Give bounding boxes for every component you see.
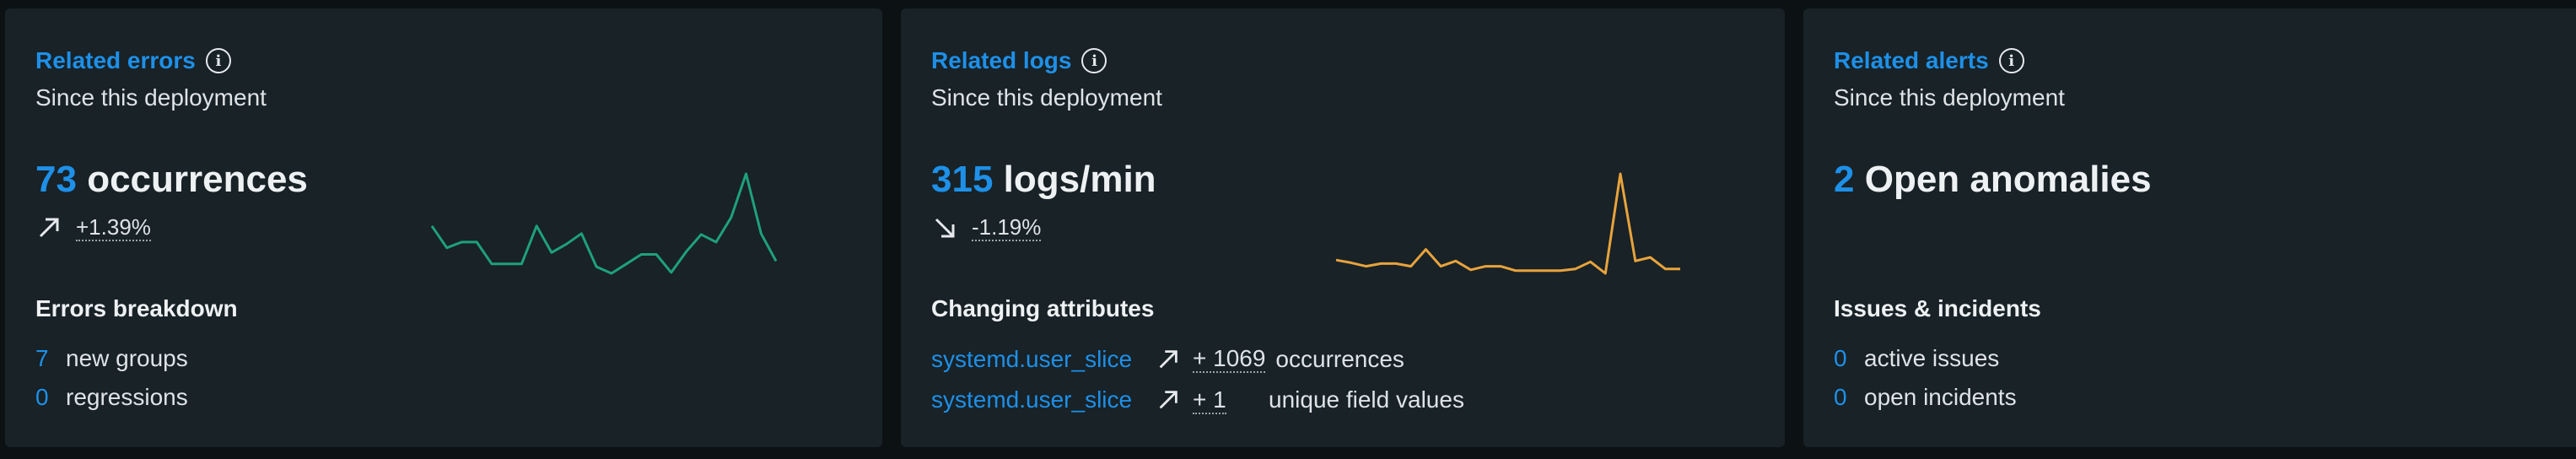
info-icon[interactable]: i (1998, 48, 2024, 73)
regressions-count: 0 (35, 384, 49, 410)
errors-sparkline (430, 172, 778, 275)
card-subtitle: Since this deployment (1834, 84, 2065, 111)
active-issues-count: 0 (1834, 345, 1847, 371)
attribute-metric-label: occurrences (1275, 346, 1404, 372)
new-groups-count: 7 (35, 345, 49, 371)
open-incidents-count: 0 (1834, 384, 1847, 410)
info-icon[interactable]: i (1081, 48, 1107, 73)
active-issues-label: active issues (1864, 345, 2000, 371)
sparkline-series (430, 172, 778, 275)
related-alerts-title[interactable]: Related alerts (1834, 47, 1989, 74)
issues-incidents-list: 0 active issues 0 open incidents (1834, 339, 2017, 417)
arrow-up-right-icon (1159, 391, 1178, 409)
errors-unit: occurrences (87, 159, 308, 200)
regressions-label: regressions (66, 384, 188, 410)
list-item[interactable]: 0 regressions (35, 378, 188, 417)
list-item[interactable]: 0 active issues (1834, 339, 2017, 378)
new-groups-label: new groups (66, 345, 188, 371)
attribute-name-link[interactable]: systemd.user_slice (931, 386, 1156, 413)
list-item[interactable]: 7 new groups (35, 339, 188, 378)
errors-breakdown-title: Errors breakdown (35, 295, 238, 321)
attribute-row: systemd.user_slice + 1 unique field valu… (931, 380, 1464, 420)
anomalies-count: 2 (1834, 159, 1855, 200)
alerts-metric: 2 Open anomalies (1834, 157, 2546, 202)
errors-count: 73 (35, 159, 77, 200)
card-header: Related errors i (35, 42, 852, 79)
arrow-down-right-icon (935, 218, 955, 238)
errors-breakdown-list: 7 new groups 0 regressions (35, 339, 188, 417)
attribute-delta[interactable]: + 1069 (1193, 346, 1266, 373)
errors-trend-value[interactable]: +1.39% (76, 214, 151, 241)
info-icon[interactable]: i (205, 48, 231, 73)
sparkline-series (1335, 172, 1680, 275)
changing-attributes-list: systemd.user_slice + 1069 occurrences sy… (931, 339, 1464, 420)
changing-attributes-title: Changing attributes (931, 295, 1155, 321)
card-subtitle: Since this deployment (931, 84, 1162, 111)
related-errors-card: Related errors i Since this deployment 7… (5, 8, 882, 447)
card-header: Related logs i (931, 42, 1754, 79)
attribute-delta[interactable]: + 1 (1193, 386, 1226, 414)
deployment-summary-row: Related errors i Since this deployment 7… (0, 0, 2576, 459)
anomalies-label: Open anomalies (1864, 159, 2152, 200)
related-errors-title[interactable]: Related errors (35, 47, 196, 74)
card-header: Related alerts i (1834, 42, 2546, 79)
card-subtitle: Since this deployment (35, 84, 267, 111)
attribute-row: systemd.user_slice + 1069 occurrences (931, 339, 1464, 380)
arrow-up-right-icon (39, 218, 59, 238)
logs-trend-value[interactable]: -1.19% (972, 214, 1042, 241)
issues-incidents-title: Issues & incidents (1834, 295, 2041, 321)
related-logs-card: Related logs i Since this deployment 315… (901, 8, 1785, 447)
attribute-name-link[interactable]: systemd.user_slice (931, 346, 1156, 373)
logs-unit: logs/min (1003, 159, 1156, 200)
attribute-metric-label: unique field values (1269, 386, 1464, 413)
related-logs-title[interactable]: Related logs (931, 47, 1071, 74)
related-alerts-card: Related alerts i Since this deployment 2… (1803, 8, 2576, 447)
logs-rate: 315 (931, 159, 994, 200)
list-item[interactable]: 0 open incidents (1834, 378, 2017, 417)
arrow-up-right-icon (1159, 350, 1178, 369)
open-incidents-label: open incidents (1864, 384, 2017, 410)
logs-sparkline (1335, 172, 1680, 275)
